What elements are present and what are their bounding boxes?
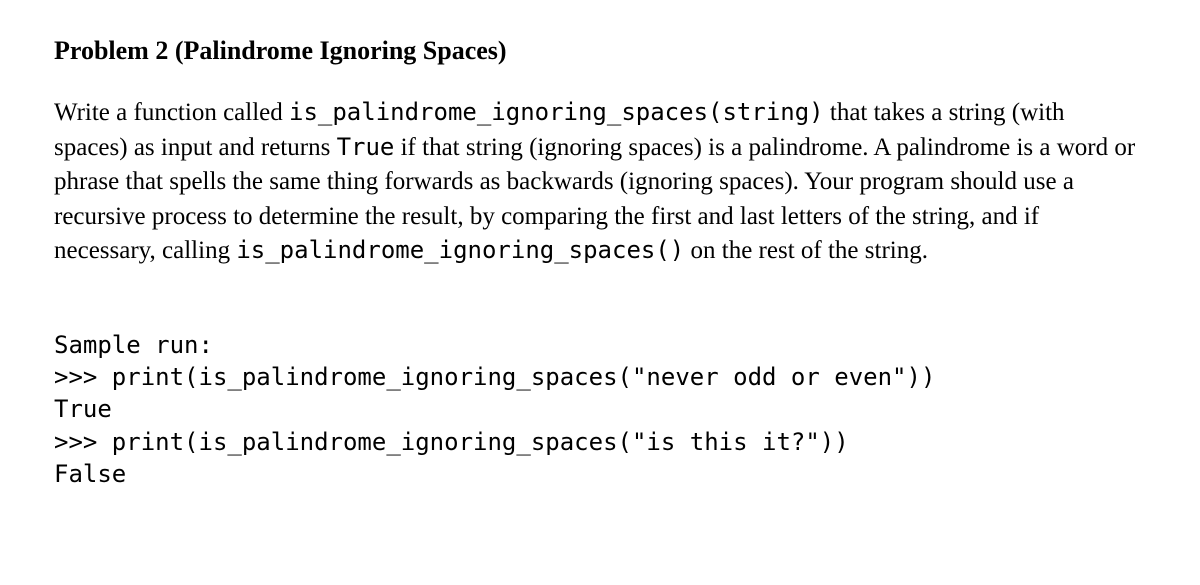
desc-code-1: is_palindrome_ignoring_spaces(string) — [289, 98, 824, 126]
sample-line-1: Sample run: — [54, 329, 1140, 361]
desc-code-3: is_palindrome_ignoring_spaces() — [236, 236, 684, 264]
sample-line-4: >>> print(is_palindrome_ignoring_spaces(… — [54, 426, 1140, 458]
problem-heading: Problem 2 (Palindrome Ignoring Spaces) — [54, 36, 1140, 66]
desc-code-2: True — [337, 133, 395, 161]
problem-description: Write a function called is_palindrome_ig… — [54, 96, 1140, 269]
desc-text-1: Write a function called — [54, 99, 289, 126]
sample-run-block: Sample run:>>> print(is_palindrome_ignor… — [54, 329, 1140, 491]
sample-line-5: False — [54, 458, 1140, 490]
desc-text-4: on the rest of the string. — [684, 237, 928, 264]
sample-line-3: True — [54, 393, 1140, 425]
sample-line-2: >>> print(is_palindrome_ignoring_spaces(… — [54, 361, 1140, 393]
